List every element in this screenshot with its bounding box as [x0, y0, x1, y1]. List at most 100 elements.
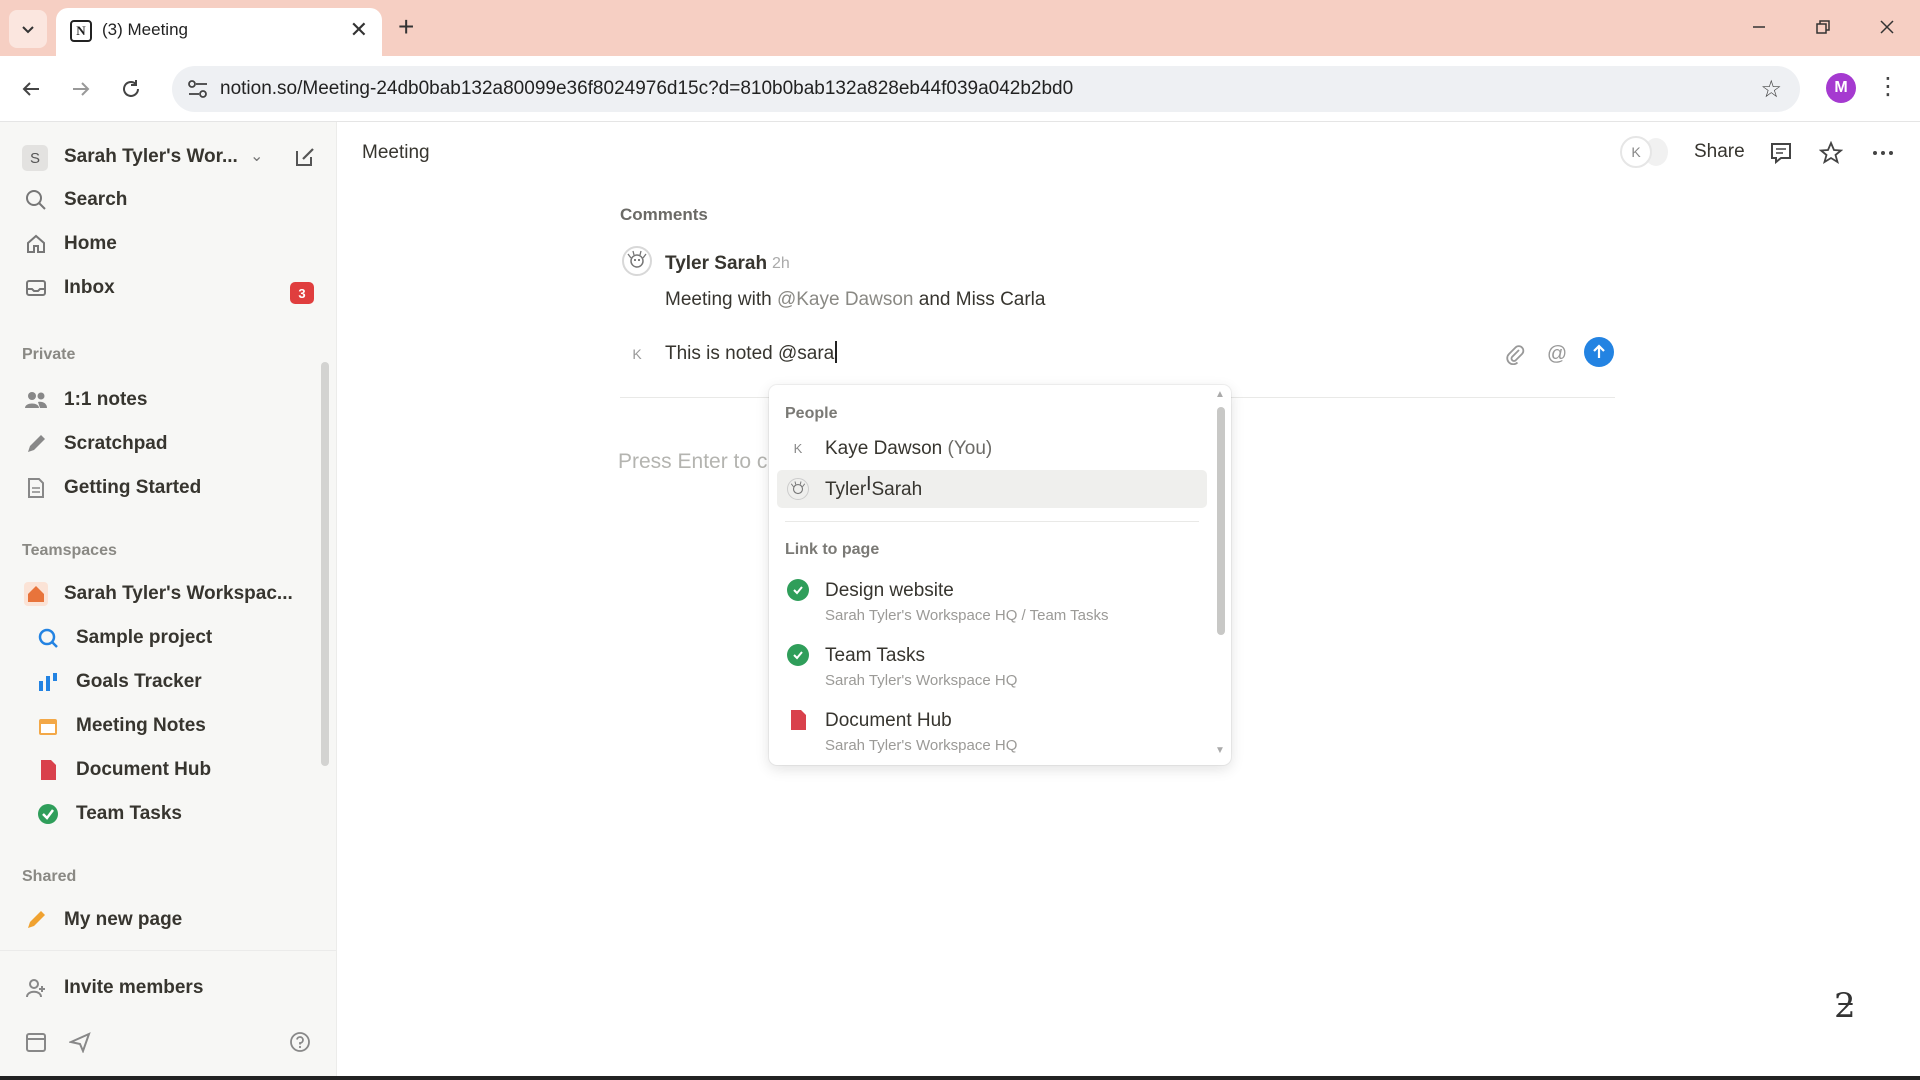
page-option-design-website[interactable]: Design website Sarah Tyler's Workspace H… — [777, 571, 1207, 631]
option-path: Sarah Tyler's Workspace HQ — [825, 737, 1018, 754]
check-circle-icon — [787, 579, 809, 601]
sidebar: S Sarah Tyler's Wor... ⌄ Search Home Inb… — [0, 122, 337, 1080]
section-shared: Shared — [22, 868, 77, 885]
help-button[interactable] — [286, 1028, 314, 1056]
invite-members-label: Invite members — [64, 977, 204, 998]
sidebar-item-search[interactable]: Search — [22, 184, 322, 216]
sidebar-item-team-tasks[interactable]: Team Tasks — [34, 798, 334, 830]
sidebar-item-home[interactable]: Home — [22, 228, 322, 260]
document-icon — [34, 756, 62, 784]
scroll-up-arrow-icon[interactable]: ▲ — [1215, 389, 1225, 400]
mention-button[interactable]: @ — [1543, 340, 1571, 368]
sidebar-item-1-1-notes[interactable]: 1:1 notes — [22, 384, 322, 416]
comment-timestamp: 2h — [772, 255, 790, 272]
bottom-border — [0, 1076, 1920, 1080]
browser-tab[interactable]: N (3) Meeting ✕ — [56, 8, 382, 56]
workspace-switcher[interactable]: S Sarah Tyler's Wor... ⌄ — [22, 140, 322, 174]
sidebar-item-inbox[interactable]: Inbox — [22, 272, 322, 304]
document-icon — [787, 709, 809, 731]
reload-button[interactable] — [116, 74, 146, 104]
invite-members-button[interactable]: Invite members — [22, 972, 322, 1004]
house-icon — [22, 580, 50, 608]
workspace-icon: S — [22, 145, 48, 171]
profile-avatar[interactable]: M — [1826, 73, 1856, 103]
sidebar-item-label: Goals Tracker — [76, 671, 202, 692]
option-path: Sarah Tyler's Workspace HQ / Team Tasks — [825, 607, 1109, 624]
comments-button[interactable] — [1766, 138, 1796, 168]
comment-text-suffix: and Miss Carla — [913, 289, 1046, 310]
section-teamspaces: Teamspaces — [22, 542, 117, 559]
url-text: notion.so/Meeting-24db0bab132a80099e36f8… — [220, 78, 1074, 99]
arrow-left-icon — [22, 82, 39, 96]
sidebar-item-label: Document Hub — [76, 759, 212, 780]
presence-avatar[interactable]: K — [1620, 136, 1652, 168]
scroll-down-arrow-icon[interactable]: ▼ — [1215, 745, 1225, 756]
share-button[interactable]: Share — [1694, 141, 1745, 163]
sidebar-item-goals-tracker[interactable]: Goals Tracker — [34, 666, 334, 698]
page-option-team-tasks[interactable]: Team Tasks Sarah Tyler's Workspace HQ — [777, 636, 1207, 696]
forward-button[interactable] — [66, 74, 96, 104]
reload-icon — [123, 80, 139, 97]
bookmark-star-icon[interactable]: ☆ — [1760, 75, 1782, 104]
project-icon — [34, 624, 62, 652]
browser-menu-icon[interactable]: ⋮ — [1876, 72, 1900, 102]
people-heading: People — [785, 405, 838, 422]
minimize-icon — [1753, 26, 1765, 28]
back-button[interactable] — [16, 74, 46, 104]
sidebar-item-scratchpad[interactable]: Scratchpad — [22, 428, 322, 460]
people-icon — [22, 386, 50, 414]
new-page-button[interactable] — [290, 142, 320, 172]
sidebar-item-sample-project[interactable]: Sample project — [34, 622, 334, 654]
search-icon — [22, 186, 50, 214]
sidebar-item-label: 1:1 notes — [64, 389, 148, 410]
address-bar[interactable]: notion.so/Meeting-24db0bab132a80099e36f8… — [172, 66, 1800, 112]
avatar-illustration-icon — [627, 250, 647, 268]
mention-option-kaye-dawson[interactable]: K Kaye Dawson (You) — [777, 429, 1207, 467]
page-breadcrumb[interactable]: Meeting — [362, 142, 430, 164]
comments-heading: Comments — [620, 205, 708, 224]
page-option-document-hub[interactable]: Document Hub Sarah Tyler's Workspace HQ — [777, 701, 1207, 761]
close-window-button[interactable] — [1864, 12, 1910, 42]
comment-author[interactable]: Tyler Sarah — [665, 253, 767, 275]
browser-tab-bar: N (3) Meeting ✕ + — [0, 0, 1920, 56]
minimize-button[interactable] — [1736, 12, 1782, 42]
reply-input[interactable]: This is noted @sara — [665, 341, 838, 365]
chevron-down-icon — [22, 26, 34, 34]
pencil-icon — [22, 430, 50, 458]
mention-link[interactable]: @Kaye Dawson — [777, 289, 914, 310]
chevron-down-icon: ⌄ — [250, 148, 264, 165]
menu-scroll-thumb[interactable] — [1217, 407, 1225, 635]
sidebar-item-my-new-page[interactable]: My new page — [22, 904, 322, 936]
more-options-button[interactable] — [1868, 138, 1898, 168]
workspace-name: Sarah Tyler's Wor... — [64, 146, 238, 167]
compose-icon — [296, 148, 314, 166]
author-avatar[interactable] — [622, 246, 652, 276]
tab-list-button[interactable] — [9, 10, 47, 48]
tab-close-icon[interactable]: ✕ — [350, 17, 368, 43]
calendar-app-button[interactable] — [22, 1028, 50, 1056]
sidebar-item-getting-started[interactable]: Getting Started — [22, 472, 322, 504]
sidebar-item-meeting-notes[interactable]: Meeting Notes — [34, 710, 334, 742]
sidebar-item-label: Team Tasks — [76, 803, 182, 824]
arrow-right-icon — [73, 82, 90, 96]
restore-button[interactable] — [1800, 12, 1846, 42]
site-settings-icon[interactable] — [186, 78, 210, 100]
mention-option-tyler-sarah[interactable]: Tyler Sarah — [777, 470, 1207, 508]
favorite-button[interactable] — [1816, 138, 1846, 168]
mail-app-button[interactable] — [66, 1028, 94, 1056]
send-icon — [69, 1032, 91, 1053]
option-label: Kaye Dawson (You) — [825, 438, 993, 459]
new-tab-button[interactable]: + — [398, 10, 414, 44]
sidebar-scrollbar[interactable] — [320, 344, 330, 944]
send-comment-button[interactable] — [1584, 337, 1614, 367]
option-label: Design website — [825, 580, 954, 601]
restore-icon — [1816, 20, 1830, 34]
sidebar-item-document-hub[interactable]: Document Hub — [34, 754, 334, 786]
editor-placeholder[interactable]: Press Enter to c — [618, 450, 767, 474]
option-label: Document Hub — [825, 710, 952, 731]
sidebar-item-teamspace[interactable]: Sarah Tyler's Workspac... — [22, 578, 322, 610]
sidebar-scroll-thumb[interactable] — [321, 362, 329, 766]
sidebar-item-label: Search — [64, 189, 128, 210]
notion-ai-icon[interactable]: ƻ — [1834, 986, 1856, 1026]
attach-button[interactable] — [1501, 340, 1529, 368]
